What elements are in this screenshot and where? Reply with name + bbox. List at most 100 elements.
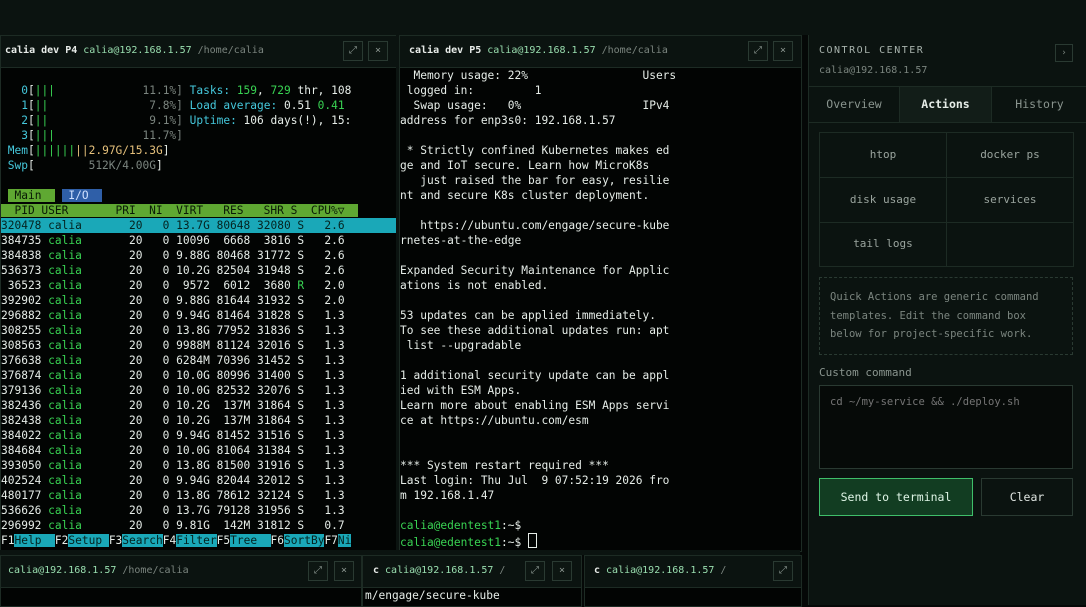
htop-output[interactable]: 0[||| 11.1%] Tasks: 159, 729 thr, 108 1[… [1, 68, 396, 551]
expand-icon[interactable]: ⤢ [343, 41, 363, 61]
process-cell: 13.7G [176, 504, 217, 517]
process-cell: 0 [149, 444, 177, 457]
pane-path: /home/calia [601, 45, 668, 56]
process-row[interactable]: 376874 calia 20 0 10.0G 80996 31400 S 1.… [1, 368, 396, 383]
process-cell: calia [48, 504, 116, 517]
pane-title: c [594, 565, 601, 576]
process-cell: S [297, 429, 311, 442]
process-row[interactable]: 382438 calia 20 0 10.2G 137M 31864 S 1.3 [1, 413, 396, 428]
process-row[interactable]: 536373 calia 20 0 10.2G 82504 31948 S 2.… [1, 263, 396, 278]
process-cell: S [297, 249, 311, 262]
function-key-action[interactable]: SortBy [284, 534, 325, 547]
process-row[interactable]: 308563 calia 20 0 9988M 81124 32016 S 1.… [1, 338, 396, 353]
process-cell: 480177 [1, 489, 49, 502]
process-row[interactable]: 320478 calia 20 0 13.7G 80648 32080 S 2.… [1, 218, 396, 233]
send-to-terminal-button[interactable]: Send to terminal [819, 478, 973, 516]
action-services-button[interactable]: services [947, 178, 1073, 223]
shell-line: Expanded Security Maintenance for Applic [400, 264, 670, 277]
process-cell: 0 [149, 459, 177, 472]
custom-command-input[interactable] [819, 385, 1073, 469]
function-key-label[interactable]: F2 [55, 534, 68, 547]
action-htop-button[interactable]: htop [820, 133, 947, 178]
clear-button[interactable]: Clear [981, 478, 1073, 516]
close-icon[interactable]: × [773, 41, 793, 61]
function-key-label[interactable]: F6 [271, 534, 284, 547]
process-row[interactable]: 384022 calia 20 0 9.94G 81452 31516 S 1.… [1, 428, 396, 443]
terminal-pane-bottom-1[interactable]: calia@192.168.1.57/home/calia ⤢ × [0, 555, 362, 607]
cpu-meter: 2[|| 9.1%] Uptime: 106 days(!), 15: [1, 113, 396, 128]
process-cell: 10.0G [176, 444, 217, 457]
process-cell: S [297, 399, 311, 412]
process-cell: 81124 [216, 339, 257, 352]
tab-actions[interactable]: Actions [900, 87, 992, 122]
action-tail-logs-button[interactable]: tail logs [820, 222, 947, 266]
tab-overview[interactable]: Overview [809, 87, 900, 122]
expand-icon[interactable]: ⤢ [748, 41, 768, 61]
function-key-action[interactable]: Help [14, 534, 55, 547]
shell-output[interactable]: m/engage/secure-kube [365, 588, 581, 606]
process-row[interactable]: 536626 calia 20 0 13.7G 79128 31956 S 1.… [1, 503, 396, 518]
process-cell: 6284M [176, 354, 217, 367]
process-row[interactable]: 384735 calia 20 0 10096 6668 3816 S 2.6 [1, 233, 396, 248]
process-cell: calia [48, 234, 116, 247]
prompt-suffix: :~$ [501, 519, 528, 532]
process-row[interactable]: 480177 calia 20 0 13.8G 78612 32124 S 1.… [1, 488, 396, 503]
shell-line: ce at https://ubuntu.com/esm [400, 414, 589, 427]
action-docker-ps-button[interactable]: docker ps [947, 133, 1073, 178]
function-key-label[interactable]: F4 [163, 534, 176, 547]
process-cell: 0 [149, 294, 177, 307]
system-stat: 159 [236, 84, 258, 97]
terminal-pane-p5[interactable]: calia dev P5 calia@192.168.1.57/home/cali… [399, 35, 802, 552]
prompt-user: calia@edentest1 [400, 519, 502, 532]
function-key-label[interactable]: F7 [324, 534, 337, 547]
cursor[interactable] [528, 533, 537, 548]
process-cell: S [297, 444, 311, 457]
process-row[interactable]: 402524 calia 20 0 9.94G 82044 32012 S 1.… [1, 473, 396, 488]
shell-output[interactable]: Memory usage: 22% Users logged in: 1 Swa… [400, 68, 801, 551]
close-icon[interactable]: × [552, 561, 572, 581]
process-cell: calia [48, 519, 116, 532]
process-row[interactable]: 382436 calia 20 0 10.2G 137M 31864 S 1.3 [1, 398, 396, 413]
tab-main[interactable]: Main [7, 189, 55, 202]
expand-icon[interactable]: ⤢ [525, 561, 545, 581]
function-key-action[interactable]: Setup [68, 534, 109, 547]
process-row[interactable]: 393050 calia 20 0 13.8G 81500 31916 S 1.… [1, 458, 396, 473]
process-cell: 20 [115, 504, 150, 517]
process-row[interactable]: 384838 calia 20 0 9.88G 80468 31772 S 2.… [1, 248, 396, 263]
function-key-label[interactable]: F1 [1, 534, 14, 547]
process-row[interactable]: 308255 calia 20 0 13.8G 77952 31836 S 1.… [1, 323, 396, 338]
collapse-icon[interactable]: › [1055, 44, 1073, 62]
close-icon[interactable]: × [368, 41, 388, 61]
function-key-action[interactable]: Search [122, 534, 163, 547]
expand-icon[interactable]: ⤢ [308, 561, 328, 581]
process-row[interactable]: 379136 calia 20 0 10.0G 82532 32076 S 1.… [1, 383, 396, 398]
function-key-label[interactable]: F5 [217, 534, 230, 547]
action-disk-usage-button[interactable]: disk usage [820, 178, 947, 223]
process-cell: 0 [149, 309, 177, 322]
process-row[interactable]: 376638 calia 20 0 6284M 70396 31452 S 1.… [1, 353, 396, 368]
terminal-pane-bottom-2[interactable]: c calia@192.168.1.57 / ⤢ × m/engage/secure… [362, 555, 582, 607]
terminal-pane-p4[interactable]: calia dev P4 calia@192.168.1.57/home/cali… [0, 35, 397, 552]
process-cell: 20 [115, 459, 150, 472]
function-key-action[interactable]: Filter [176, 534, 217, 547]
close-icon[interactable]: × [334, 561, 354, 581]
process-cell: 2.0 [310, 294, 345, 307]
process-cell: 20 [115, 339, 150, 352]
process-cell: 20 [115, 279, 150, 292]
function-key-action[interactable]: Tree [230, 534, 271, 547]
tab-history[interactable]: History [992, 87, 1086, 122]
process-row[interactable]: 384684 calia 20 0 10.0G 81064 31384 S 1.… [1, 443, 396, 458]
expand-icon[interactable]: ⤢ [773, 561, 793, 581]
pane-path: /home/calia [122, 565, 189, 576]
process-row[interactable]: 36523 calia 20 0 9572 6012 3680 R 2.0 [1, 278, 396, 293]
process-cell: 9.88G [176, 294, 217, 307]
text-segment [183, 99, 190, 112]
process-cell: 20 [115, 309, 150, 322]
process-row[interactable]: 392902 calia 20 0 9.88G 81644 31932 S 2.… [1, 293, 396, 308]
terminal-pane-bottom-3[interactable]: c calia@192.168.1.57 / ⤢ [584, 555, 802, 607]
function-key-label[interactable]: F3 [109, 534, 122, 547]
process-row[interactable]: 296882 calia 20 0 9.94G 81464 31828 S 1.… [1, 308, 396, 323]
process-row[interactable]: 296992 calia 20 0 9.81G 142M 31812 S 0.7 [1, 518, 396, 533]
function-key-action[interactable]: Ni [337, 534, 352, 547]
tab-io[interactable]: I/O [61, 189, 103, 202]
